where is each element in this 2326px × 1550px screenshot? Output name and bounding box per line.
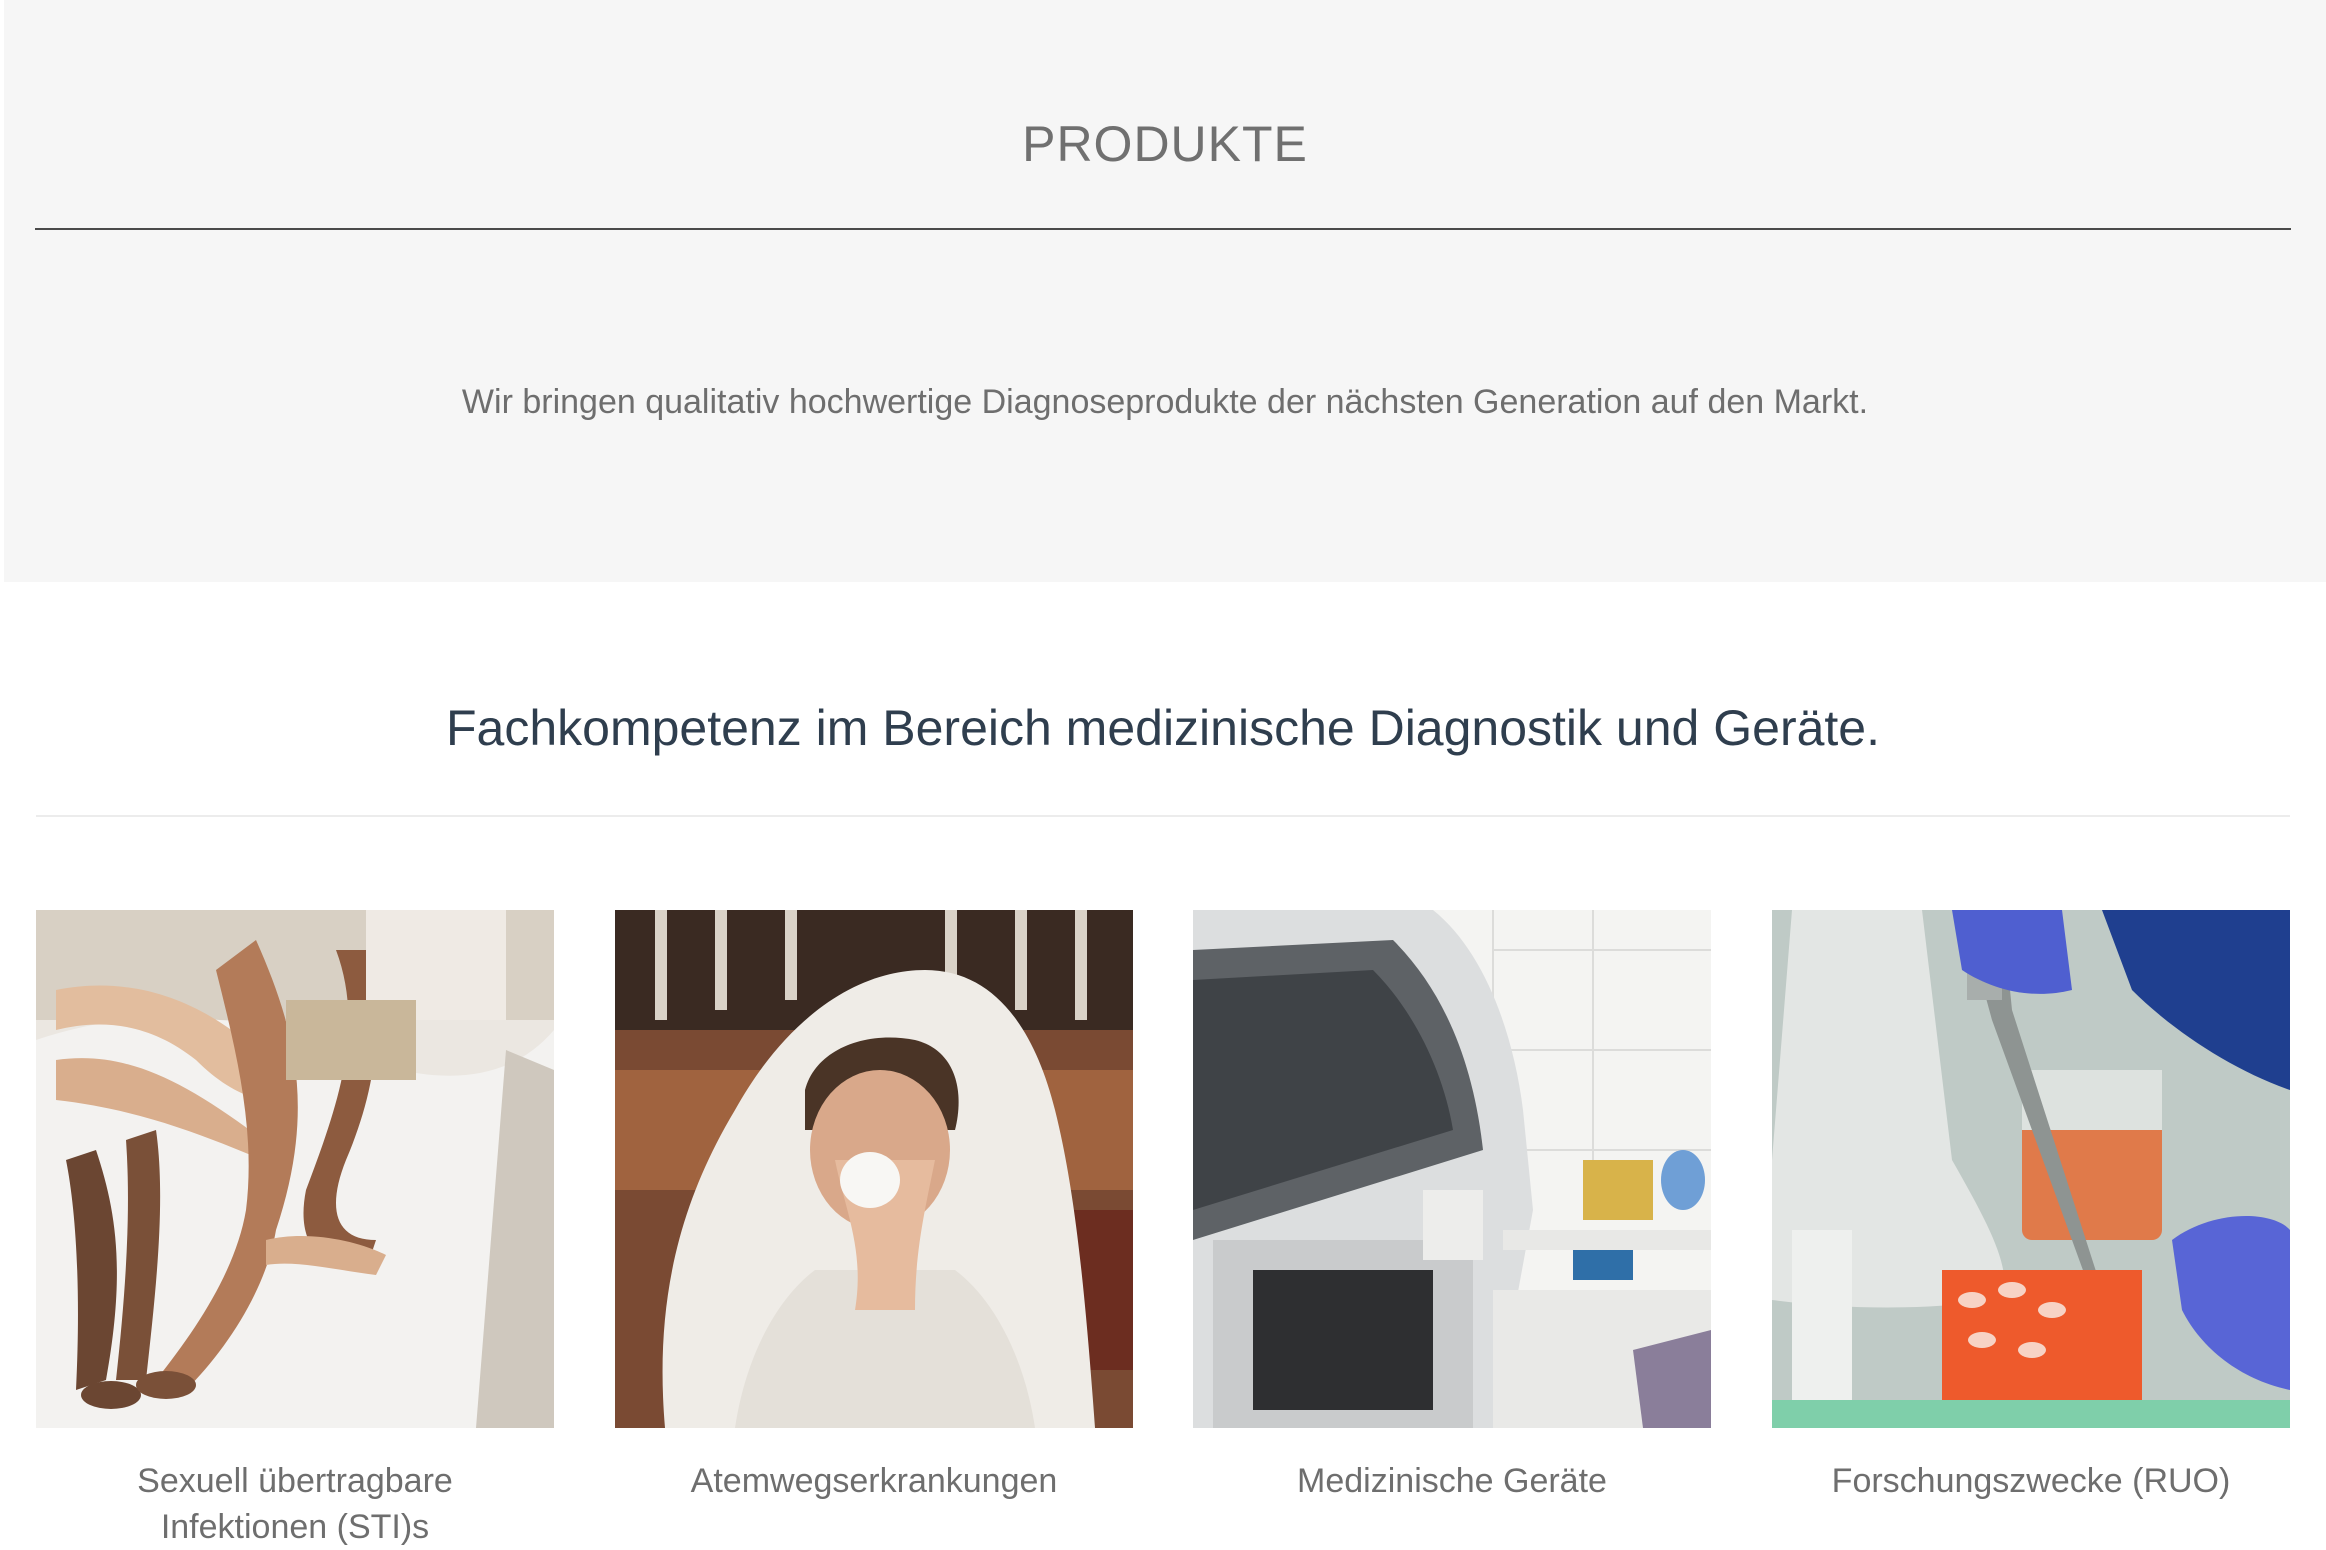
card-label-devices[interactable]: Medizinische Geräte [1193,1458,1711,1504]
section-title: Fachkompetenz im Bereich medizinische Di… [445,700,1880,756]
couple-on-bed-photo[interactable] [36,910,554,1428]
card-label-research[interactable]: Forschungszwecke (RUO) [1772,1458,2290,1504]
product-card-sti[interactable]: Sexuell übertragbare Infektionen (STI)s [36,910,554,1550]
hero-subtitle: Wir bringen qualitativ hochwertige Diagn… [461,383,1869,421]
card-label-respiratory[interactable]: Atemwegserkrankungen [615,1458,1133,1504]
title-divider [35,228,2291,230]
page-title: PRODUKTE [1022,116,1308,172]
product-card-respiratory[interactable]: Atemwegserkrankungen [615,910,1133,1504]
lab-analyzer-machine-photo[interactable] [1193,910,1711,1428]
pipette-lab-photo[interactable] [1772,910,2290,1428]
card-label-sti[interactable]: Sexuell übertragbare Infektionen (STI)s [36,1458,554,1550]
product-card-research[interactable]: Forschungszwecke (RUO) [1772,910,2290,1504]
hero-banner: PRODUKTE Wir bringen qualitativ hochwert… [4,0,2326,582]
section-divider [36,815,2290,817]
product-card-devices[interactable]: Medizinische Geräte [1193,910,1711,1504]
man-sneezing-blanket-photo[interactable] [615,910,1133,1428]
